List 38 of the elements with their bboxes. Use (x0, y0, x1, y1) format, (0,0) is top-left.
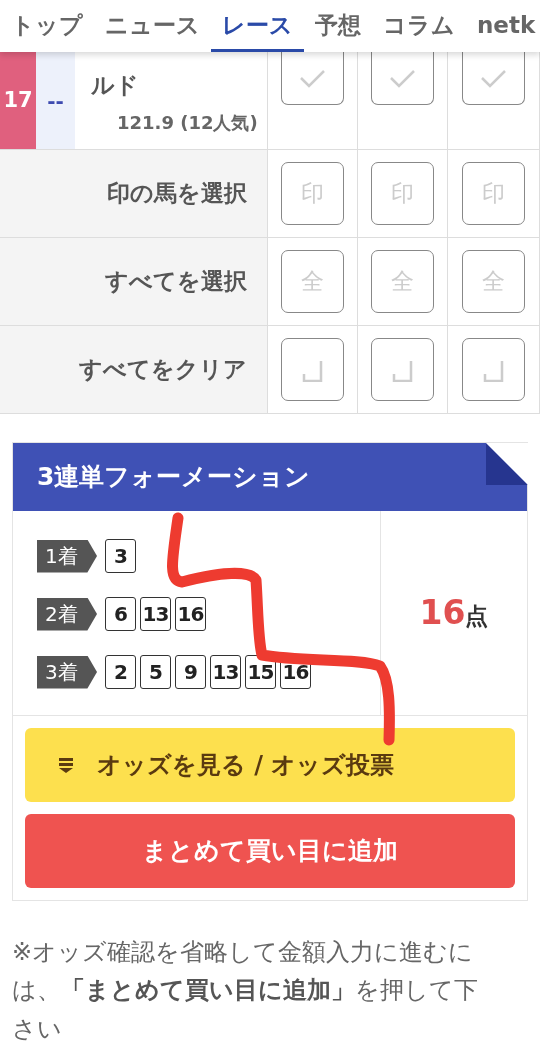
folded-corner-icon (486, 443, 528, 485)
select-label: すべてを選択 (105, 267, 247, 297)
add-to-bets-button[interactable]: まとめて買い目に追加 (25, 814, 515, 888)
menu-icon (59, 757, 73, 773)
horse-number-box: 6 (105, 597, 136, 631)
formation-title: 3連単フォーメーション (37, 461, 311, 494)
horse-number-box: 2 (105, 655, 136, 689)
horse-number-box: 9 (175, 655, 206, 689)
horse-name: ルド (91, 71, 140, 100)
odds-button[interactable]: オッズを見る / オッズ投票 (25, 728, 515, 802)
checkbox[interactable] (281, 52, 344, 105)
horse-number-box: 13 (140, 597, 171, 631)
horse-number: 17 (0, 52, 36, 149)
place-label: 1着 (37, 539, 97, 573)
place-label: 3着 (37, 655, 97, 689)
horse-number-box: 5 (140, 655, 171, 689)
horse-number-box: 15 (245, 655, 276, 689)
nav-tab[interactable]: ニュース (94, 0, 211, 52)
checkbox[interactable] (462, 52, 525, 105)
place-label: 2着 (37, 597, 97, 631)
prediction-mark: -- (36, 52, 75, 149)
nav-tab[interactable]: コラム (372, 0, 466, 52)
checkbox[interactable] (371, 52, 434, 105)
clear-button[interactable] (462, 338, 525, 401)
odds-text: 121.9 (12人気) (117, 110, 258, 135)
combination-count: 16 (419, 592, 466, 635)
select-label: 印の馬を選択 (107, 179, 247, 209)
clear-button[interactable] (371, 338, 434, 401)
horse-number-box: 16 (175, 597, 206, 631)
horse-number-box: 13 (210, 655, 241, 689)
count-unit: 点 (465, 602, 489, 632)
nav-tab[interactable]: netk (466, 0, 540, 52)
nav-tab[interactable]: トップ (0, 0, 94, 52)
note-text: ※オッズ確認を省略して金額入力に進むには、「まとめて買い目に追加」を押して下さい (11, 937, 479, 1045)
nav-tab[interactable]: 予想 (304, 0, 372, 52)
clear-button[interactable] (281, 338, 344, 401)
horse-number-box: 3 (105, 539, 136, 573)
clear-all-label: すべてをクリア (79, 355, 247, 385)
